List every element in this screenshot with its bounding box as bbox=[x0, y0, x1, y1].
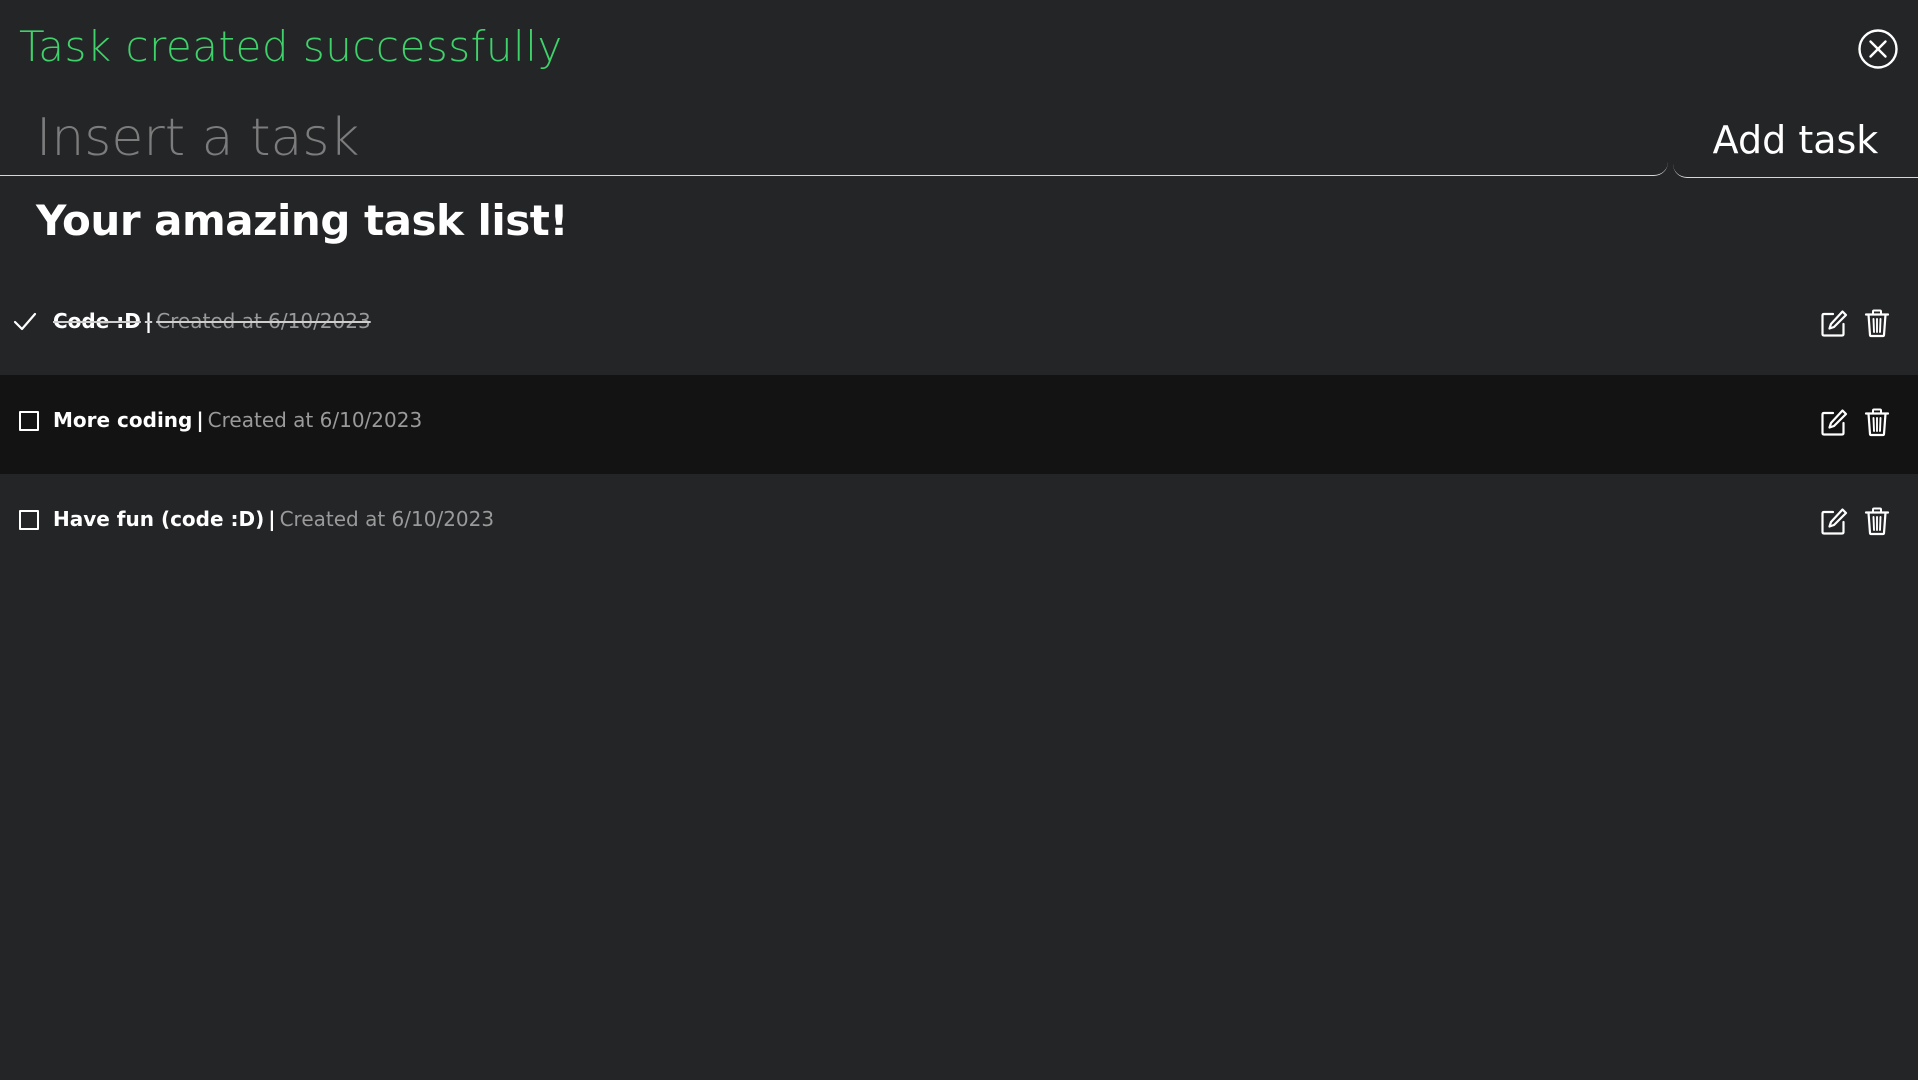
task-text: Have fun (code :D) | Created at 6/10/2023 bbox=[53, 507, 494, 531]
task-created-date: Created at 6/10/2023 bbox=[207, 408, 423, 432]
task-separator: | bbox=[268, 507, 276, 531]
task-title: More coding bbox=[53, 408, 193, 432]
task-row: More coding | Created at 6/10/2023 bbox=[0, 375, 1918, 474]
task-form: Add task bbox=[0, 100, 1918, 180]
edit-icon[interactable] bbox=[1820, 506, 1848, 536]
task-title: Code :D bbox=[53, 309, 141, 333]
task-text: More coding | Created at 6/10/2023 bbox=[53, 408, 422, 432]
task-list: Code :D | Created at 6/10/2023 More codi… bbox=[0, 276, 1918, 573]
task-title: Have fun (code :D) bbox=[53, 507, 265, 531]
task-created-date: Created at 6/10/2023 bbox=[156, 309, 371, 333]
task-actions bbox=[1810, 407, 1891, 437]
task-row: Code :D | Created at 6/10/2023 bbox=[0, 276, 1918, 375]
task-separator: | bbox=[196, 408, 204, 432]
success-notification: Task created successfully bbox=[0, 0, 1918, 100]
edit-icon[interactable] bbox=[1820, 308, 1848, 338]
task-created-date: Created at 6/10/2023 bbox=[279, 507, 495, 531]
task-actions bbox=[1810, 308, 1891, 338]
trash-icon[interactable] bbox=[1863, 308, 1891, 338]
task-actions bbox=[1810, 506, 1891, 536]
notification-message: Task created successfully bbox=[19, 22, 563, 71]
add-task-button[interactable]: Add task bbox=[1673, 102, 1918, 178]
trash-icon[interactable] bbox=[1863, 506, 1891, 536]
trash-icon[interactable] bbox=[1863, 407, 1891, 437]
close-circle-icon[interactable] bbox=[1857, 28, 1899, 70]
task-row: Have fun (code :D) | Created at 6/10/2023 bbox=[0, 474, 1918, 573]
checkmark-icon[interactable] bbox=[13, 312, 39, 332]
task-text: Code :D | Created at 6/10/2023 bbox=[53, 309, 371, 333]
task-list-heading: Your amazing task list! bbox=[36, 196, 569, 245]
checkbox-empty-icon[interactable] bbox=[19, 411, 39, 431]
task-separator: | bbox=[144, 309, 153, 333]
edit-icon[interactable] bbox=[1820, 407, 1848, 437]
task-app: Task created successfully Add task Your … bbox=[0, 0, 1918, 1080]
task-input[interactable] bbox=[0, 100, 1668, 176]
checkbox-empty-icon[interactable] bbox=[19, 510, 39, 530]
